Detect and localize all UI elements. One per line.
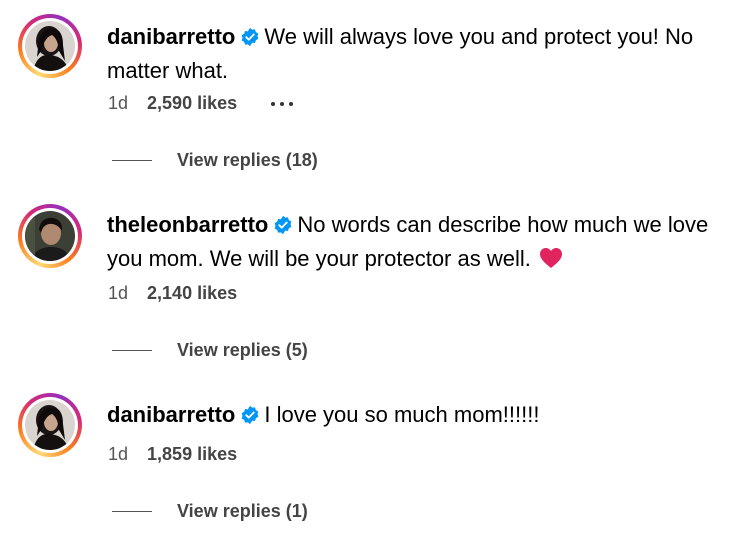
comment-text: danibarretto We will always love you and …: [107, 21, 732, 86]
comment-time: 1d: [108, 444, 129, 464]
comment-meta: 1d 2,590 likes: [108, 93, 294, 114]
comment-body-line1: I love you so much mom!!!!!!: [264, 402, 540, 427]
profile-photo-icon: [25, 400, 75, 450]
comment-time: 1d: [108, 283, 129, 303]
red-heart-icon: [539, 246, 563, 277]
avatar[interactable]: [18, 204, 82, 268]
comment-likes[interactable]: 2,590 likes: [147, 93, 237, 114]
verified-badge-icon: [240, 24, 260, 55]
profile-photo-icon: [25, 21, 75, 71]
verified-badge-icon: [240, 402, 260, 433]
view-replies-button[interactable]: View replies (1): [112, 501, 308, 522]
comment-body-line2: you mom. We will be your protector as we…: [107, 246, 531, 271]
more-options-icon[interactable]: [271, 94, 294, 114]
comment-text: danibarretto I love you so much mom!!!!!!: [107, 399, 732, 433]
comment-time: 1d: [108, 93, 129, 113]
comment-username[interactable]: danibarretto: [107, 24, 235, 49]
view-replies-label[interactable]: View replies (1): [177, 501, 308, 522]
comment-body-line2: matter what.: [107, 58, 229, 83]
comment-likes[interactable]: 1,859 likes: [147, 444, 237, 465]
comment-username[interactable]: danibarretto: [107, 402, 235, 427]
view-replies-label[interactable]: View replies (5): [177, 340, 308, 361]
replies-divider: [112, 350, 152, 351]
comment-body-line1: We will always love you and protect you!…: [264, 24, 694, 49]
comment-body-line1: No words can describe how much we love: [297, 212, 709, 237]
profile-photo-icon: [25, 211, 75, 261]
comment-meta: 1d 1,859 likes: [108, 444, 237, 465]
comment-likes[interactable]: 2,140 likes: [147, 283, 237, 304]
verified-badge-icon: [273, 212, 293, 243]
replies-divider: [112, 511, 152, 512]
view-replies-button[interactable]: View replies (18): [112, 150, 318, 171]
avatar[interactable]: [18, 14, 82, 78]
comment-username[interactable]: theleonbarretto: [107, 212, 268, 237]
comment-meta: 1d 2,140 likes: [108, 283, 237, 304]
view-replies-label[interactable]: View replies (18): [177, 150, 318, 171]
avatar[interactable]: [18, 393, 82, 457]
comment-text: theleonbarretto No words can describe how…: [107, 209, 732, 277]
replies-divider: [112, 160, 152, 161]
view-replies-button[interactable]: View replies (5): [112, 340, 308, 361]
